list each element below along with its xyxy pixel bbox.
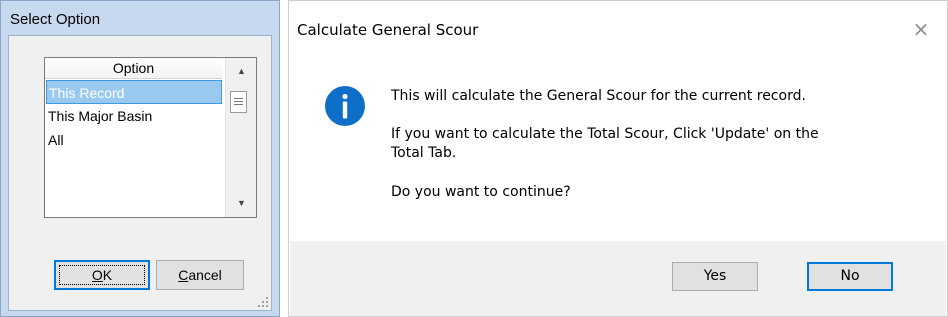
message-line-1: This will calculate the General Scour fo… (391, 88, 806, 104)
dialog-title: Calculate General Scour (297, 21, 479, 39)
list-item-label: All (48, 132, 64, 148)
information-icon (325, 86, 365, 126)
message-line-2a: If you want to calculate the Total Scour… (391, 126, 819, 142)
message-question: Do you want to continue? (391, 184, 571, 200)
scroll-thumb[interactable] (230, 91, 247, 113)
cancel-button[interactable]: Cancel (156, 260, 244, 290)
ok-button[interactable]: OK (54, 260, 150, 290)
dialog-client-area: Option This Record This Major Basin All … (8, 35, 272, 311)
resize-grip-icon[interactable] (257, 296, 269, 308)
scroll-down-arrow-icon[interactable]: ▼ (226, 194, 257, 212)
list-item-label: This Major Basin (48, 108, 153, 124)
select-option-dialog: Select Option Option This Record This Ma… (0, 0, 280, 317)
dialog-title: Select Option (10, 11, 101, 28)
column-header-option[interactable]: Option (45, 58, 222, 79)
close-icon[interactable]: × (909, 17, 933, 41)
list-item-label: This Record (49, 85, 125, 101)
message-line-2b: Total Tab. (391, 145, 457, 161)
list-item-all[interactable]: All (46, 128, 222, 152)
calculate-general-scour-dialog: Calculate General Scour × This will calc… (288, 0, 948, 317)
vertical-scrollbar[interactable]: ▲ ▼ (225, 58, 256, 217)
no-button[interactable]: No (807, 262, 893, 291)
list-item-this-major-basin[interactable]: This Major Basin (46, 104, 222, 128)
option-listbox[interactable]: Option This Record This Major Basin All … (44, 57, 257, 218)
title-bar[interactable]: Select Option (1, 1, 279, 34)
yes-button[interactable]: Yes (672, 262, 758, 291)
list-item-this-record[interactable]: This Record (46, 80, 222, 104)
scroll-up-arrow-icon[interactable]: ▲ (226, 62, 257, 80)
